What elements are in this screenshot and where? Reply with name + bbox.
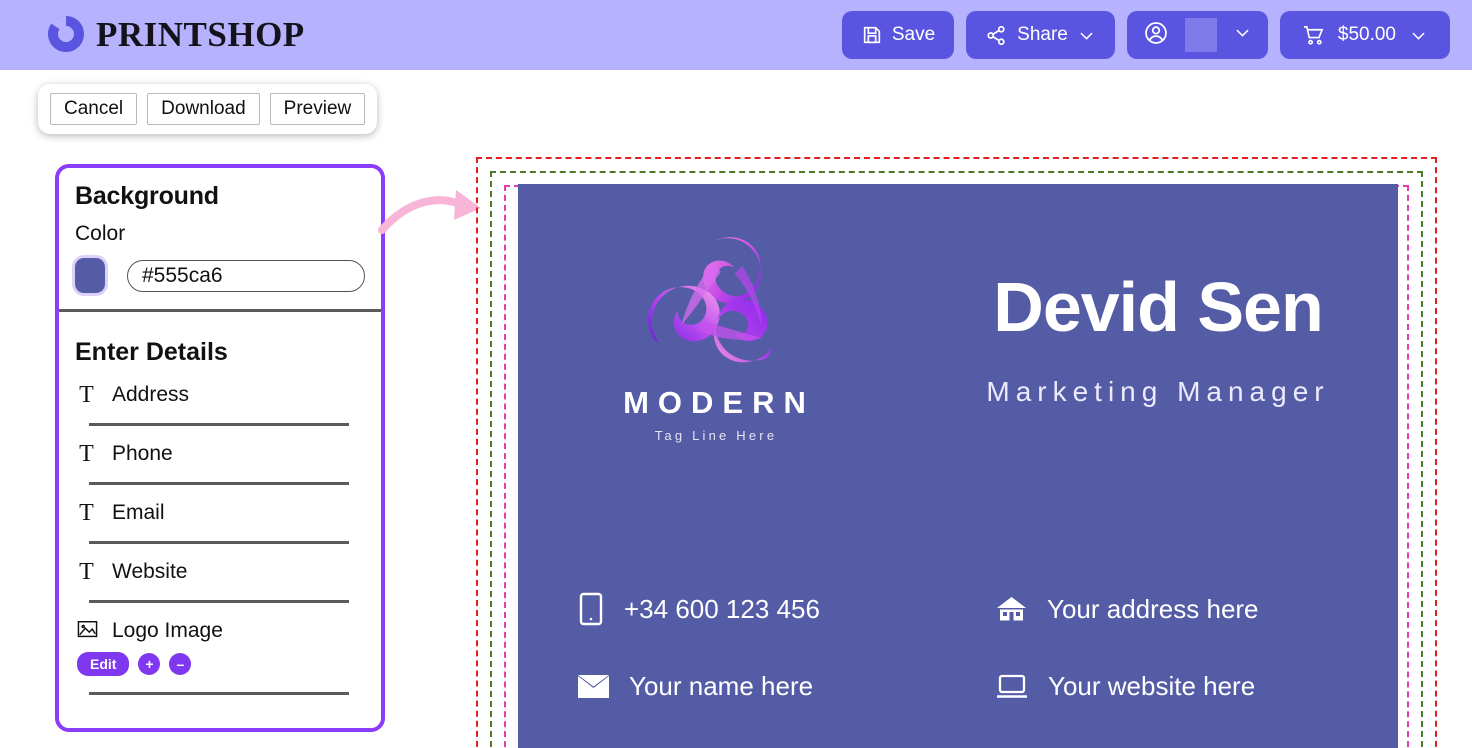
brand[interactable]: PRINTSHOP: [44, 13, 305, 57]
color-label: Color: [75, 222, 126, 245]
card-contacts: +34 600 123 456 Your address here Your n…: [578, 592, 1348, 702]
account-caret-button[interactable]: [1217, 11, 1268, 59]
envelope-icon: [578, 674, 609, 699]
account-menu[interactable]: [1126, 11, 1268, 59]
contact-address: Your address here: [996, 592, 1348, 626]
card-person-role: Marketing Manager: [986, 376, 1330, 407]
cart-amount: $50.00: [1337, 24, 1396, 45]
contact-website: Your website here: [996, 671, 1348, 702]
contact-phone: +34 600 123 456: [578, 592, 996, 626]
field-underline: [89, 600, 349, 603]
printshop-editor-app: PRINTSHOP Save Share $50.00 Cancel Downl…: [0, 0, 1472, 748]
field-phone[interactable]: T Phone: [75, 442, 365, 466]
laptop-icon: [996, 674, 1028, 700]
field-underline: [89, 482, 349, 485]
color-swatch[interactable]: [75, 258, 105, 293]
contact-text: Your website here: [1048, 671, 1256, 701]
properties-panel-body: Background Color: [59, 168, 381, 293]
field-website[interactable]: T Website: [75, 560, 365, 584]
field-label: Phone: [112, 442, 173, 465]
text-field-icon: T: [79, 382, 94, 408]
contact-text: Your address here: [1047, 593, 1259, 624]
text-field-icon: T: [79, 559, 94, 585]
home-icon: [996, 595, 1027, 623]
curved-arrow-right-icon: [378, 178, 488, 240]
abstract-triangle-ribbon-logo-icon: [647, 237, 773, 363]
editor-toolbar: Cancel Download Preview: [38, 84, 378, 134]
field-address[interactable]: T Address: [75, 383, 365, 407]
download-button[interactable]: Download: [147, 93, 260, 125]
image-field-icon: [77, 620, 98, 642]
chevron-down-icon: [1077, 26, 1096, 45]
logo-remove-button[interactable]: –: [169, 653, 192, 675]
card-logo-tagline: Tag Line Here: [654, 428, 778, 443]
cancel-button[interactable]: Cancel: [50, 93, 138, 125]
chevron-down-icon: [1409, 26, 1428, 45]
share-label: Share: [1017, 24, 1068, 45]
field-logo-image[interactable]: Logo Image: [75, 619, 365, 643]
card-person-name: Devid Sen: [993, 268, 1323, 346]
logo-image-actions: Edit + –: [75, 652, 365, 676]
field-label: Website: [112, 560, 188, 583]
save-label: Save: [891, 24, 936, 45]
printshop-circle-logo-icon: [44, 13, 88, 57]
card-contacts-grid: +34 600 123 456 Your address here Your n…: [578, 592, 1348, 702]
business-card-canvas[interactable]: MODERN Tag Line Here Devid Sen Marketing…: [518, 184, 1398, 748]
account-avatar-button[interactable]: [1127, 11, 1185, 59]
details-section-title: Enter Details: [75, 338, 228, 366]
logo-add-button[interactable]: +: [138, 653, 161, 675]
account-divider: [1184, 18, 1217, 52]
field-email[interactable]: T Email: [75, 501, 365, 525]
field-label: Email: [112, 501, 165, 524]
text-field-icon: T: [79, 500, 94, 526]
properties-panel: Background Color Enter Details T Address…: [55, 164, 385, 732]
brand-name: PRINTSHOP: [96, 15, 305, 54]
mobile-phone-icon: [578, 592, 604, 626]
details-section: Enter Details T Address T Phone T Email …: [59, 312, 381, 695]
shopping-cart-icon: [1302, 24, 1325, 47]
card-logo-block: MODERN Tag Line Here: [582, 227, 847, 443]
app-header: PRINTSHOP Save Share $50.00: [0, 0, 1472, 70]
text-field-icon: T: [79, 441, 94, 467]
user-circle-icon: [1143, 20, 1169, 51]
field-underline: [89, 423, 349, 426]
contact-text: +34 600 123 456: [624, 593, 820, 624]
save-button[interactable]: Save: [841, 11, 955, 59]
chevron-down-icon: [1233, 23, 1252, 47]
floppy-disk-icon: [861, 24, 883, 46]
contact-email: Your name here: [578, 671, 996, 702]
preview-button[interactable]: Preview: [269, 93, 366, 125]
field-underline: [89, 541, 349, 544]
contact-text: Your name here: [629, 671, 814, 701]
field-label: Address: [112, 383, 190, 406]
share-button[interactable]: Share: [966, 11, 1115, 59]
field-label: Logo Image: [112, 619, 223, 642]
cart-button[interactable]: $50.00: [1279, 11, 1450, 59]
background-section-title: Background: [75, 182, 219, 210]
color-row: [75, 258, 365, 293]
logo-edit-button[interactable]: Edit: [77, 652, 130, 676]
field-underline: [89, 692, 349, 695]
card-logo-word: MODERN: [623, 385, 815, 420]
color-hex-input[interactable]: [127, 259, 365, 292]
header-actions: Save Share $50.00: [841, 11, 1450, 59]
share-nodes-icon: [985, 24, 1008, 47]
